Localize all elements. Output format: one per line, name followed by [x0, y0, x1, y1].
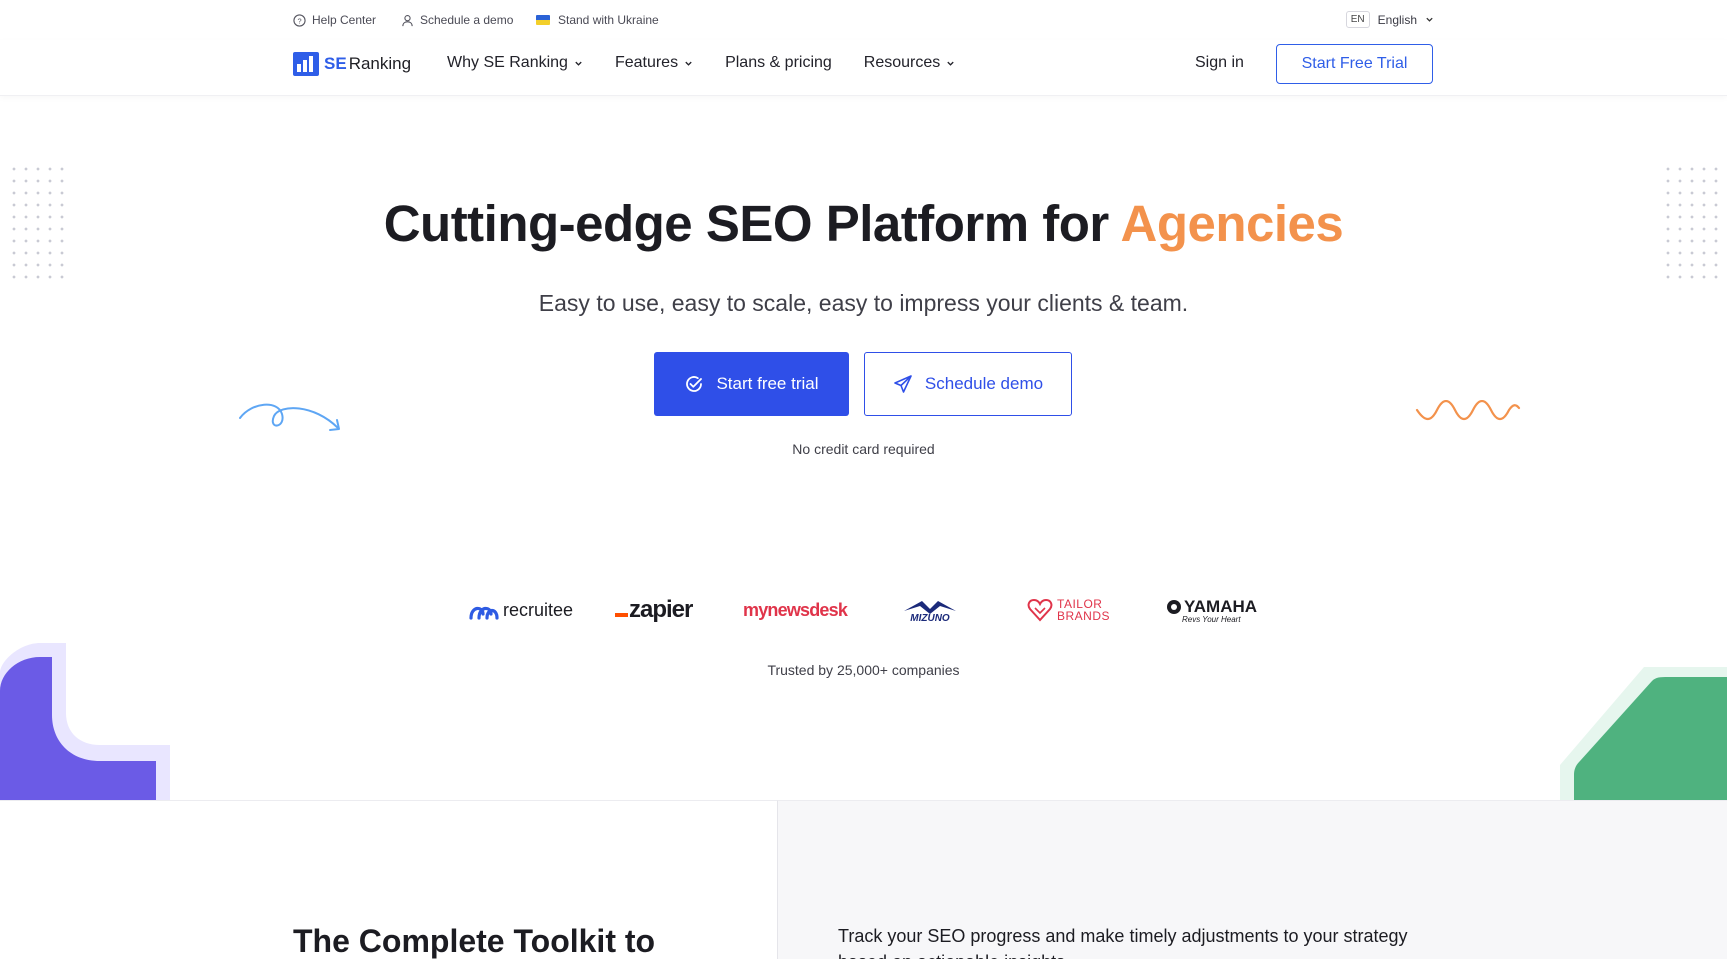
hero-subtitle: Easy to use, easy to scale, easy to impr… — [538, 290, 1189, 316]
nav-features[interactable]: Features — [615, 54, 693, 72]
chevron-down-icon — [947, 61, 954, 66]
logo-zapier: zapier — [615, 590, 693, 630]
start-free-trial-cta[interactable]: Start free trial — [654, 352, 849, 416]
nav-link-label: Features — [614, 54, 679, 71]
language-label: English — [1377, 12, 1417, 27]
svg-text:?: ? — [297, 16, 301, 25]
mizuno-text: MIZUNO — [910, 612, 950, 624]
no-credit-card-note: No credit card required — [792, 441, 935, 457]
recruitee-mark-icon — [469, 606, 499, 620]
chevron-down-icon — [1426, 17, 1433, 22]
toolkit-title: The Complete Toolkit to — [293, 923, 656, 959]
chevron-down-icon — [575, 61, 582, 66]
nav-link-label: Plans & pricing — [725, 54, 832, 71]
client-logos: recruitee zapier mynewsdesk MIZUNO TAILO… — [0, 590, 1727, 630]
hero-title-accent: Agencies — [1120, 195, 1344, 252]
mynewsdesk-text: mynewsdesk — [743, 599, 848, 620]
start-free-trial-button[interactable]: Start Free Trial — [1276, 44, 1433, 84]
wave-squiggle-icon — [1415, 400, 1521, 421]
language-selector[interactable]: EN English — [1345, 11, 1434, 28]
yamaha-tuning-fork-icon — [1167, 599, 1181, 614]
send-icon — [894, 375, 912, 393]
purple-corner-shape — [0, 643, 170, 800]
green-corner-shape — [1560, 667, 1727, 800]
main-nav: SE Ranking Why SE Ranking Features Plans… — [0, 40, 1727, 96]
schedule-demo-cta[interactable]: Schedule demo — [864, 352, 1072, 416]
chevron-down-icon — [685, 61, 692, 66]
arrow-squiggle-icon — [239, 403, 340, 431]
nav-resources[interactable]: Resources — [864, 54, 955, 72]
help-circle-icon: ? — [293, 13, 306, 27]
logo-tailor-brands: TAILOR BRANDS — [1027, 590, 1115, 630]
ukraine-link[interactable]: Stand with Ukraine — [536, 13, 659, 27]
nav-link-label: Why SE Ranking — [447, 54, 568, 71]
utility-bar: ? Help Center Schedule a demo Stand with… — [0, 0, 1727, 44]
schedule-demo-cta-label: Schedule demo — [924, 374, 1044, 393]
schedule-demo-link[interactable]: Schedule a demo — [401, 13, 513, 27]
check-circle-icon — [686, 376, 703, 392]
logo[interactable]: SE Ranking — [293, 52, 411, 76]
track-progress-text: Track your SEO progress and make timely … — [838, 926, 1408, 959]
logo-mark-icon — [293, 52, 319, 76]
nav-links: Why SE Ranking Features Plans & pricing … — [447, 54, 955, 72]
yamaha-text: YAMAHA — [1184, 596, 1258, 616]
tailor-brands-text: TAILOR BRANDS — [1057, 597, 1111, 623]
ukraine-label: Stand with Ukraine — [558, 13, 659, 27]
logo-mynewsdesk: mynewsdesk — [743, 590, 848, 630]
nav-why-se-ranking[interactable]: Why SE Ranking — [447, 54, 583, 72]
trusted-by-text: Trusted by 25,000+ companies — [767, 662, 960, 678]
language-code: EN — [1345, 11, 1370, 28]
hero-title: Cutting-edge SEO Platform for Agencies — [0, 194, 1727, 253]
logo-se-text: SE — [324, 54, 347, 73]
logo-ranking-text: Ranking — [348, 54, 412, 73]
schedule-demo-label: Schedule a demo — [420, 13, 514, 27]
help-center-link[interactable]: ? Help Center — [293, 13, 376, 27]
logo-mizuno: MIZUNO — [902, 590, 958, 630]
sign-in-link[interactable]: Sign in — [1195, 54, 1244, 72]
nav-plans-pricing[interactable]: Plans & pricing — [725, 54, 832, 72]
user-icon — [402, 14, 413, 26]
zapier-text: zapier — [629, 596, 693, 623]
ukraine-flag-icon — [536, 15, 550, 25]
recruitee-text: recruitee — [503, 599, 574, 620]
yamaha-tagline: Revs Your Heart — [1182, 614, 1241, 624]
logo-yamaha: YAMAHA Revs Your Heart — [1166, 590, 1257, 630]
nav-link-label: Resources — [863, 54, 941, 71]
tailor-brands-heart-icon — [1027, 598, 1053, 622]
help-center-label: Help Center — [312, 13, 377, 27]
hero-title-main: Cutting-edge SEO Platform for — [383, 195, 1121, 252]
start-free-trial-cta-label: Start free trial — [716, 374, 819, 393]
logo-recruitee: recruitee — [469, 590, 573, 630]
